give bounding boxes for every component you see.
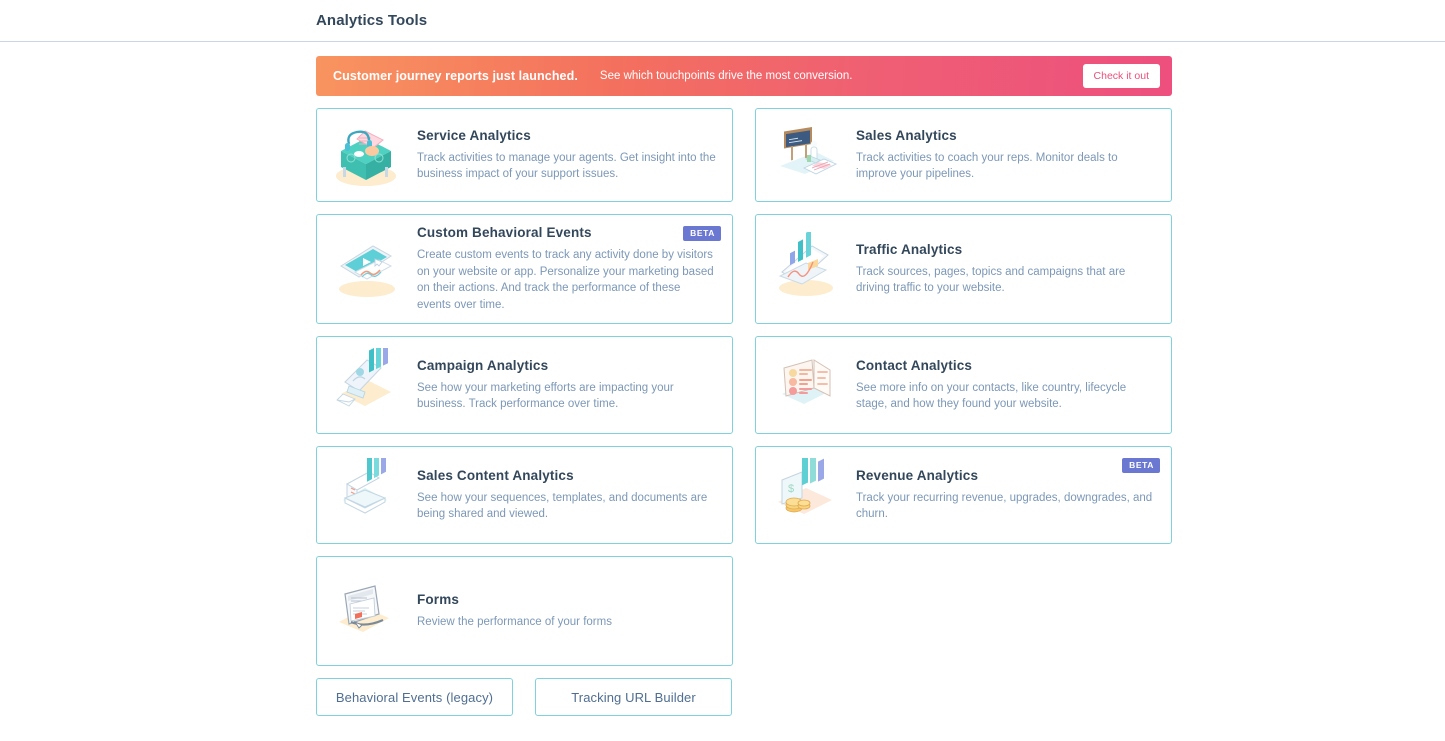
document-chart-icon <box>329 458 403 532</box>
card-body: Forms Review the performance of your for… <box>417 592 716 631</box>
laptop-chart-icon <box>768 232 842 306</box>
card-revenue-analytics[interactable]: $ Revenue Analytics Track your recurring <box>755 446 1172 544</box>
sales-coaching-icon <box>768 118 842 192</box>
card-description: Track sources, pages, topics and campaig… <box>856 265 1126 295</box>
card-custom-behavioral-events[interactable]: Custom Behavioral Events Create custom e… <box>316 214 733 324</box>
form-screen-icon <box>329 574 403 648</box>
contact-list-icon <box>768 348 842 422</box>
card-title: Campaign Analytics <box>417 357 549 373</box>
card-title: Traffic Analytics <box>856 241 963 257</box>
card-forms[interactable]: Forms Review the performance of your for… <box>316 556 733 666</box>
card-traffic-analytics[interactable]: Traffic Analytics Track sources, pages, … <box>755 214 1172 324</box>
video-screen-icon <box>329 232 403 306</box>
card-body: Revenue Analytics Track your recurring r… <box>856 468 1155 523</box>
footer-actions: Behavioral Events (legacy) Tracking URL … <box>316 678 1172 716</box>
content-area: Customer journey reports just launched. … <box>316 42 1172 716</box>
svg-text:$: $ <box>788 483 794 495</box>
card-description: Track activities to coach your reps. Mon… <box>856 151 1118 181</box>
check-it-out-button[interactable]: Check it out <box>1082 64 1160 88</box>
card-description: See how your marketing efforts are impac… <box>417 381 674 411</box>
banner-headline: Customer journey reports just launched. <box>333 69 578 83</box>
announcement-banner: Customer journey reports just launched. … <box>316 56 1172 96</box>
campaign-monitor-icon <box>329 348 403 422</box>
card-title: Forms <box>417 591 460 607</box>
card-description: Track your recurring revenue, upgrades, … <box>856 491 1153 521</box>
service-desk-icon <box>329 118 403 192</box>
card-title: Sales Content Analytics <box>417 467 574 483</box>
card-title: Custom Behavioral Events <box>417 225 592 240</box>
beta-badge: BETA <box>1122 458 1160 473</box>
card-body: Sales Analytics Track activities to coac… <box>856 128 1155 183</box>
card-body: Contact Analytics See more info on your … <box>856 358 1155 413</box>
card-body: Custom Behavioral Events Create custom e… <box>417 225 716 313</box>
page-title: Analytics Tools <box>316 12 428 29</box>
card-campaign-analytics[interactable]: Campaign Analytics See how your marketin… <box>316 336 733 434</box>
card-body: Traffic Analytics Track sources, pages, … <box>856 242 1155 297</box>
tracking-url-builder-button[interactable]: Tracking URL Builder <box>535 678 732 716</box>
behavioral-events-legacy-button[interactable]: Behavioral Events (legacy) <box>316 678 513 716</box>
card-sales-analytics[interactable]: Sales Analytics Track activities to coac… <box>755 108 1172 202</box>
card-title: Revenue Analytics <box>856 467 979 483</box>
card-title: Contact Analytics <box>856 357 973 373</box>
card-description: See more info on your contacts, like cou… <box>856 381 1127 411</box>
card-body: Campaign Analytics See how your marketin… <box>417 358 716 413</box>
page-header: Analytics Tools <box>0 0 1445 42</box>
card-title: Sales Analytics <box>856 127 957 143</box>
card-contact-analytics[interactable]: Contact Analytics See more info on your … <box>755 336 1172 434</box>
banner-subtext: See which touchpoints drive the most con… <box>599 70 853 82</box>
card-title: Service Analytics <box>417 127 531 143</box>
card-body: Service Analytics Track activities to ma… <box>417 128 716 183</box>
card-description: Create custom events to track any activi… <box>417 249 714 311</box>
card-sales-content-analytics[interactable]: Sales Content Analytics See how your seq… <box>316 446 733 544</box>
beta-badge: BETA <box>683 226 721 241</box>
card-service-analytics[interactable]: Service Analytics Track activities to ma… <box>316 108 733 202</box>
card-description: See how your sequences, templates, and d… <box>417 491 708 521</box>
card-description: Track activities to manage your agents. … <box>417 151 716 181</box>
card-description: Review the performance of your forms <box>417 615 612 628</box>
analytics-tool-grid: Service Analytics Track activities to ma… <box>316 108 1172 666</box>
revenue-coins-icon: $ <box>768 458 842 532</box>
card-body: Sales Content Analytics See how your seq… <box>417 468 716 523</box>
